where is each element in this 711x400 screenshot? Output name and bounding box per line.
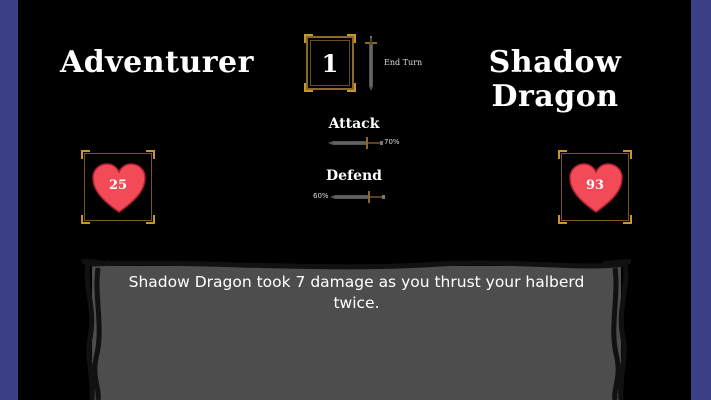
frame-corner (623, 215, 632, 224)
sword-icon[interactable] (362, 36, 380, 92)
enemy-name: Shadow Dragon (488, 45, 622, 114)
message-panel: Shadow Dragon took 7 damage as you thrus… (80, 258, 633, 400)
frame-corner (558, 150, 567, 159)
frame-corner (347, 83, 356, 92)
frame-corner (304, 34, 313, 43)
frame-corner (146, 215, 155, 224)
defend-sword-icon (330, 191, 385, 203)
frame-corner (623, 150, 632, 159)
player-hp: 25 (108, 178, 128, 193)
player-name: Adventurer (60, 45, 254, 80)
defend-chance: 60% (313, 192, 329, 200)
player-health: 25 (81, 150, 155, 224)
combat-log-message: Shadow Dragon took 7 damage as you thrus… (128, 273, 585, 312)
attack-chance: 70% (384, 138, 400, 146)
frame-corner (81, 150, 90, 159)
frame-corner (304, 83, 313, 92)
attack-button[interactable]: Attack (314, 116, 394, 132)
enemy-hp: 93 (585, 178, 605, 193)
frame-corner (81, 215, 90, 224)
turn-number: 1 (321, 48, 339, 78)
defend-button[interactable]: Defend (314, 168, 394, 184)
turn-counter: 1 (304, 34, 356, 92)
end-turn-button[interactable]: End Turn (384, 58, 422, 67)
enemy-health: 93 (558, 150, 632, 224)
vine-border-left (81, 259, 112, 400)
attack-sword-icon (328, 137, 383, 149)
frame-corner (558, 215, 567, 224)
frame-corner (347, 34, 356, 43)
vine-border-right (601, 259, 632, 400)
frame-corner (146, 150, 155, 159)
